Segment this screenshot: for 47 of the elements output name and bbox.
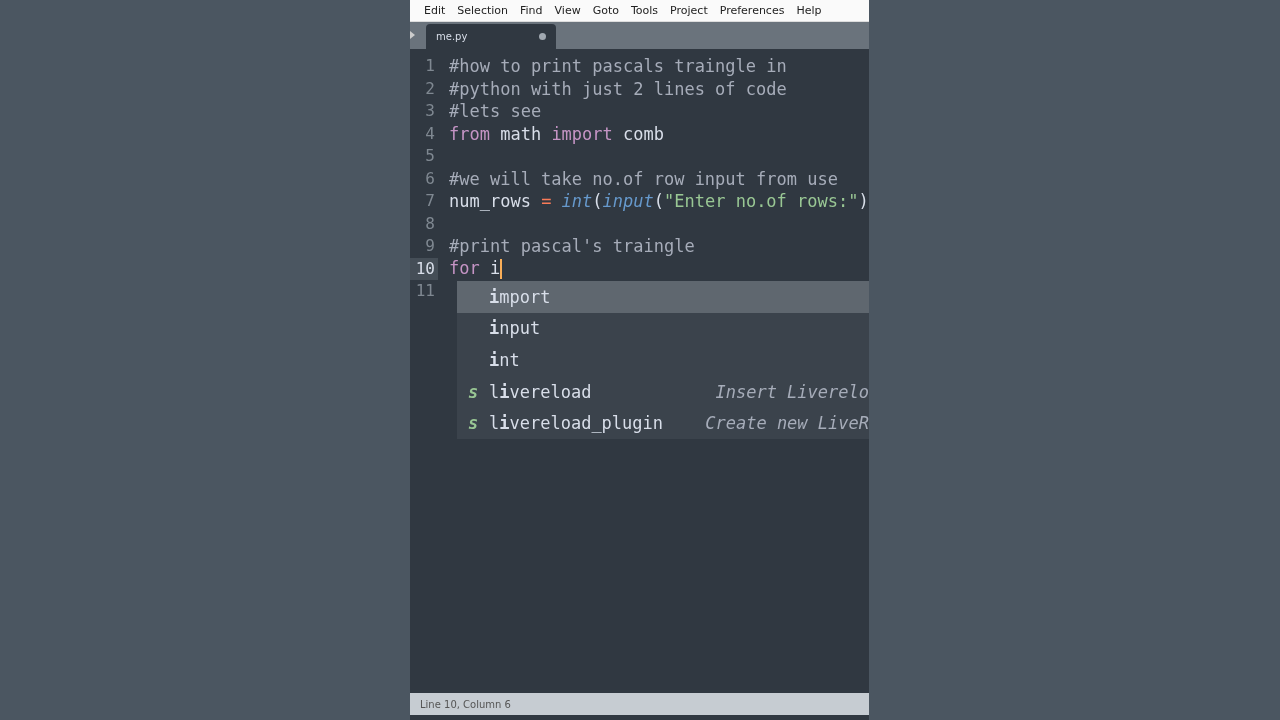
menu-item[interactable]: Find: [514, 4, 549, 17]
menu-item[interactable]: Edit: [418, 4, 452, 17]
completion-item[interactable]: int: [457, 344, 869, 376]
menu-item[interactable]: Help: [790, 4, 828, 17]
line-number: 1: [424, 55, 436, 77]
snippet-label: s: [466, 381, 480, 402]
code-line: #how to print pascals traingle in: [449, 56, 787, 77]
menu-item[interactable]: Tools: [624, 4, 665, 17]
completion-item[interactable]: s livereload_plugin Create new LiveR: [457, 407, 869, 439]
code-line: #we will take no.of row input from use: [449, 168, 838, 189]
menu-item[interactable]: View: [548, 4, 587, 17]
text-cursor: [500, 259, 503, 280]
completion-item[interactable]: input: [457, 312, 869, 345]
line-number: 5: [424, 145, 436, 167]
code-line: num_rows = int(input("Enter no.of rows:"): [449, 191, 869, 212]
completion-word: input: [489, 318, 542, 339]
tab-label: me.py: [436, 31, 468, 42]
snippet-label: s: [466, 413, 480, 434]
code-line: #print pascal's traingle: [449, 236, 695, 257]
line-number: 11: [414, 280, 436, 302]
menu-item[interactable]: Project: [664, 4, 714, 17]
line-number: 3: [424, 100, 436, 122]
completion-hint: Insert Liverelo: [714, 381, 869, 402]
code-line: #lets see: [449, 101, 542, 122]
completion-item[interactable]: import: [457, 281, 869, 313]
line-number: 4: [424, 122, 436, 145]
menu-item[interactable]: Goto: [586, 4, 625, 17]
code-line: for i: [449, 258, 503, 280]
completion-hint: Create new LiveR: [704, 413, 869, 434]
line-number: 8: [424, 212, 436, 235]
completion-word: livereload_plugin: [489, 413, 665, 434]
completion-word: livereload: [489, 381, 593, 402]
code-line: from math import comb: [449, 123, 664, 144]
line-number: 2: [424, 77, 436, 100]
status-text: Line 10, Column 6: [420, 698, 511, 710]
line-number: 9: [424, 235, 436, 257]
scroll-left-icon[interactable]: [410, 31, 415, 39]
completion-word: int: [489, 350, 521, 370]
file-tab[interactable]: me.py: [426, 24, 556, 49]
completion-item[interactable]: s livereload Insert Liverelo: [457, 375, 869, 408]
menu-item[interactable]: Selection: [451, 4, 514, 17]
line-number: 6: [424, 167, 436, 190]
code-line: #python with just 2 lines of code: [449, 78, 787, 99]
completion-word: import: [489, 286, 552, 307]
menu-item[interactable]: Preferences: [713, 4, 791, 17]
line-number: 10: [410, 257, 438, 280]
line-number: 7: [424, 190, 436, 212]
